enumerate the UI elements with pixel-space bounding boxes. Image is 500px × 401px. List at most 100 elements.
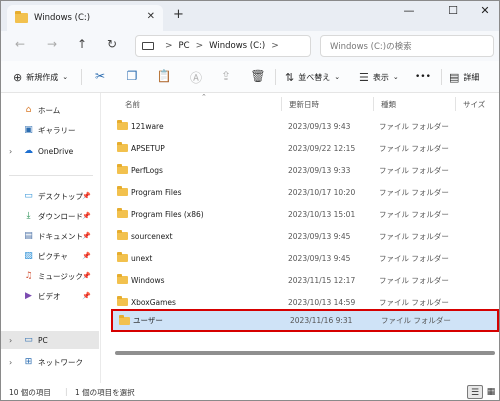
details-button[interactable]: ▤ 詳細 xyxy=(449,69,479,85)
column-header-name[interactable]: 名前 xyxy=(125,99,140,110)
breadcrumb-separator[interactable]: > xyxy=(271,41,279,51)
pin-icon[interactable]: 📌 xyxy=(82,232,91,240)
sidebar-item-label: ギャラリー xyxy=(38,125,76,135)
file-row[interactable]: APSETUP 2023/09/22 12:15 ファイル フォルダー xyxy=(109,138,499,158)
new-button[interactable]: ⊕ 新規作成 ⌄ xyxy=(13,69,68,85)
close-window-button[interactable]: ✕ xyxy=(475,4,495,17)
tiles-view-icon[interactable]: ▦ xyxy=(483,385,499,399)
column-header-size[interactable]: サイズ xyxy=(463,99,485,110)
chevron-right-icon[interactable]: › xyxy=(9,147,12,156)
view-button[interactable]: ☰ 表示 ⌄ xyxy=(359,69,399,85)
sidebar-item-label: ビデオ xyxy=(38,291,61,301)
folder-icon xyxy=(117,252,128,262)
toolbar-divider xyxy=(81,69,82,85)
up-button[interactable]: ↑ xyxy=(73,37,91,51)
horizontal-scrollbar[interactable] xyxy=(115,351,495,355)
file-date: 2023/10/13 15:01 xyxy=(288,209,356,219)
file-type: ファイル フォルダー xyxy=(379,143,449,153)
chevron-right-icon[interactable]: › xyxy=(9,336,12,345)
delete-icon[interactable]: 🗑 xyxy=(249,69,267,85)
pin-icon[interactable]: 📌 xyxy=(82,192,91,200)
file-date: 2023/09/13 9:33 xyxy=(288,165,351,175)
pin-icon[interactable]: 📌 xyxy=(82,252,91,260)
sidebar-item-gallery[interactable]: ▣ ギャラリー xyxy=(1,121,99,139)
cloud-icon: ☁ xyxy=(24,145,33,156)
sidebar-item-onedrive[interactable]: › ☁ OneDrive xyxy=(1,142,99,160)
network-icon: ⊞ xyxy=(24,356,33,367)
file-date: 2023/09/22 12:15 xyxy=(288,143,356,153)
search-input[interactable]: Windows (C:)の検索 xyxy=(320,35,494,57)
status-bar: 10 個の項目 | 1 個の項目を選択 ☰ ▦ xyxy=(1,384,499,400)
file-row[interactable]: Program Files (x86) 2023/10/13 15:01 ファイ… xyxy=(109,204,499,224)
maximize-button[interactable]: ☐ xyxy=(443,4,463,17)
file-row[interactable]: 121ware 2023/09/13 9:43 ファイル フォルダー xyxy=(109,116,499,136)
column-divider[interactable] xyxy=(281,97,282,111)
sidebar-item-music[interactable]: ♫ ミュージック 📌 xyxy=(1,267,99,285)
breadcrumb-pc[interactable]: PC xyxy=(179,41,190,51)
tab-windows-c[interactable]: Windows (C:) ✕ xyxy=(7,5,163,31)
copy-icon[interactable]: ❐ xyxy=(123,69,141,85)
file-name: Program Files (x86) xyxy=(131,209,204,219)
selection-count: 1 個の項目を選択 xyxy=(75,388,135,397)
tab-title: Windows (C:) xyxy=(34,13,91,23)
minimize-button[interactable]: — xyxy=(399,4,419,17)
paste-icon[interactable]: 📋 xyxy=(155,69,173,85)
column-divider[interactable] xyxy=(455,97,456,111)
gallery-icon: ▣ xyxy=(24,124,33,135)
sidebar-item-pc[interactable]: › ▭ PC xyxy=(1,331,99,349)
close-tab-icon[interactable]: ✕ xyxy=(147,11,155,22)
file-row[interactable]: PerfLogs 2023/09/13 9:33 ファイル フォルダー xyxy=(109,160,499,180)
sidebar-item-downloads[interactable]: ⤓ ダウンロード 📌 xyxy=(1,207,99,225)
column-divider[interactable] xyxy=(373,97,374,111)
sort-label: 並べ替え xyxy=(298,72,331,82)
title-bar: Windows (C:) ✕ + — ☐ ✕ xyxy=(1,1,499,31)
cut-icon[interactable]: ✂ xyxy=(91,69,109,85)
file-row[interactable]: Program Files 2023/10/17 10:20 ファイル フォルダ… xyxy=(109,182,499,202)
folder-icon xyxy=(117,120,128,130)
view-icon: ☰ xyxy=(359,70,369,84)
chevron-right-icon[interactable]: › xyxy=(9,358,12,367)
sort-button[interactable]: ⇅ 並べ替え ⌄ xyxy=(285,69,340,85)
share-icon[interactable]: ⇪ xyxy=(217,69,235,85)
new-tab-button[interactable]: + xyxy=(173,7,184,22)
file-row[interactable]: Windows 2023/11/15 12:17 ファイル フォルダー xyxy=(109,270,499,290)
column-header-type[interactable]: 種類 xyxy=(381,99,396,110)
sidebar-item-videos[interactable]: ▶ ビデオ 📌 xyxy=(1,287,99,305)
file-row[interactable]: sourcenext 2023/09/13 9:45 ファイル フォルダー xyxy=(109,226,499,246)
back-button[interactable]: ← xyxy=(11,37,29,51)
pin-icon[interactable]: 📌 xyxy=(82,292,91,300)
address-bar[interactable]: > PC > Windows (C:) > xyxy=(135,35,311,57)
sidebar-item-label: ドキュメント xyxy=(38,231,83,241)
sidebar-item-home[interactable]: ⌂ ホーム xyxy=(1,101,99,119)
pc-icon: ▭ xyxy=(24,334,33,345)
file-date: 2023/09/13 9:45 xyxy=(288,231,351,241)
file-date: 2023/11/16 9:31 xyxy=(290,316,353,325)
breadcrumb-windows-c[interactable]: Windows (C:) xyxy=(209,41,265,51)
breadcrumb-separator: > xyxy=(195,41,204,51)
folder-icon xyxy=(117,208,128,218)
column-header-date[interactable]: 更新日時 xyxy=(289,99,319,110)
folder-icon xyxy=(117,142,128,152)
chevron-down-icon: ⌄ xyxy=(62,73,69,81)
breadcrumb-separator: > xyxy=(165,41,173,51)
file-row[interactable]: unext 2023/09/13 9:45 ファイル フォルダー xyxy=(109,248,499,268)
pin-icon[interactable]: 📌 xyxy=(82,212,91,220)
sidebar-item-desktop[interactable]: ▭ デスクトップ 📌 xyxy=(1,187,99,205)
sidebar-item-network[interactable]: › ⊞ ネットワーク xyxy=(1,353,99,371)
desktop-icon: ▭ xyxy=(24,190,33,201)
file-type: ファイル フォルダー xyxy=(379,209,449,219)
more-options-button[interactable]: ••• xyxy=(415,69,431,85)
folder-icon xyxy=(117,274,128,284)
refresh-button[interactable]: ↻ xyxy=(103,37,121,51)
forward-button[interactable]: → xyxy=(43,37,61,51)
item-count: 10 個の項目 xyxy=(9,388,51,397)
file-name: 121ware xyxy=(131,121,164,131)
sidebar-item-documents[interactable]: ▤ ドキュメント 📌 xyxy=(1,227,99,245)
sidebar-item-pictures[interactable]: ▨ ピクチャ 📌 xyxy=(1,247,99,265)
file-date: 2023/11/15 12:17 xyxy=(288,275,356,285)
chevron-down-icon: ⌄ xyxy=(392,73,399,81)
rename-icon[interactable]: Ⓐ xyxy=(187,69,205,85)
pin-icon[interactable]: 📌 xyxy=(82,272,91,280)
file-row-selected[interactable]: ユーザー 2023/11/16 9:31 ファイル フォルダー xyxy=(111,309,499,332)
details-view-icon[interactable]: ☰ xyxy=(467,385,483,399)
